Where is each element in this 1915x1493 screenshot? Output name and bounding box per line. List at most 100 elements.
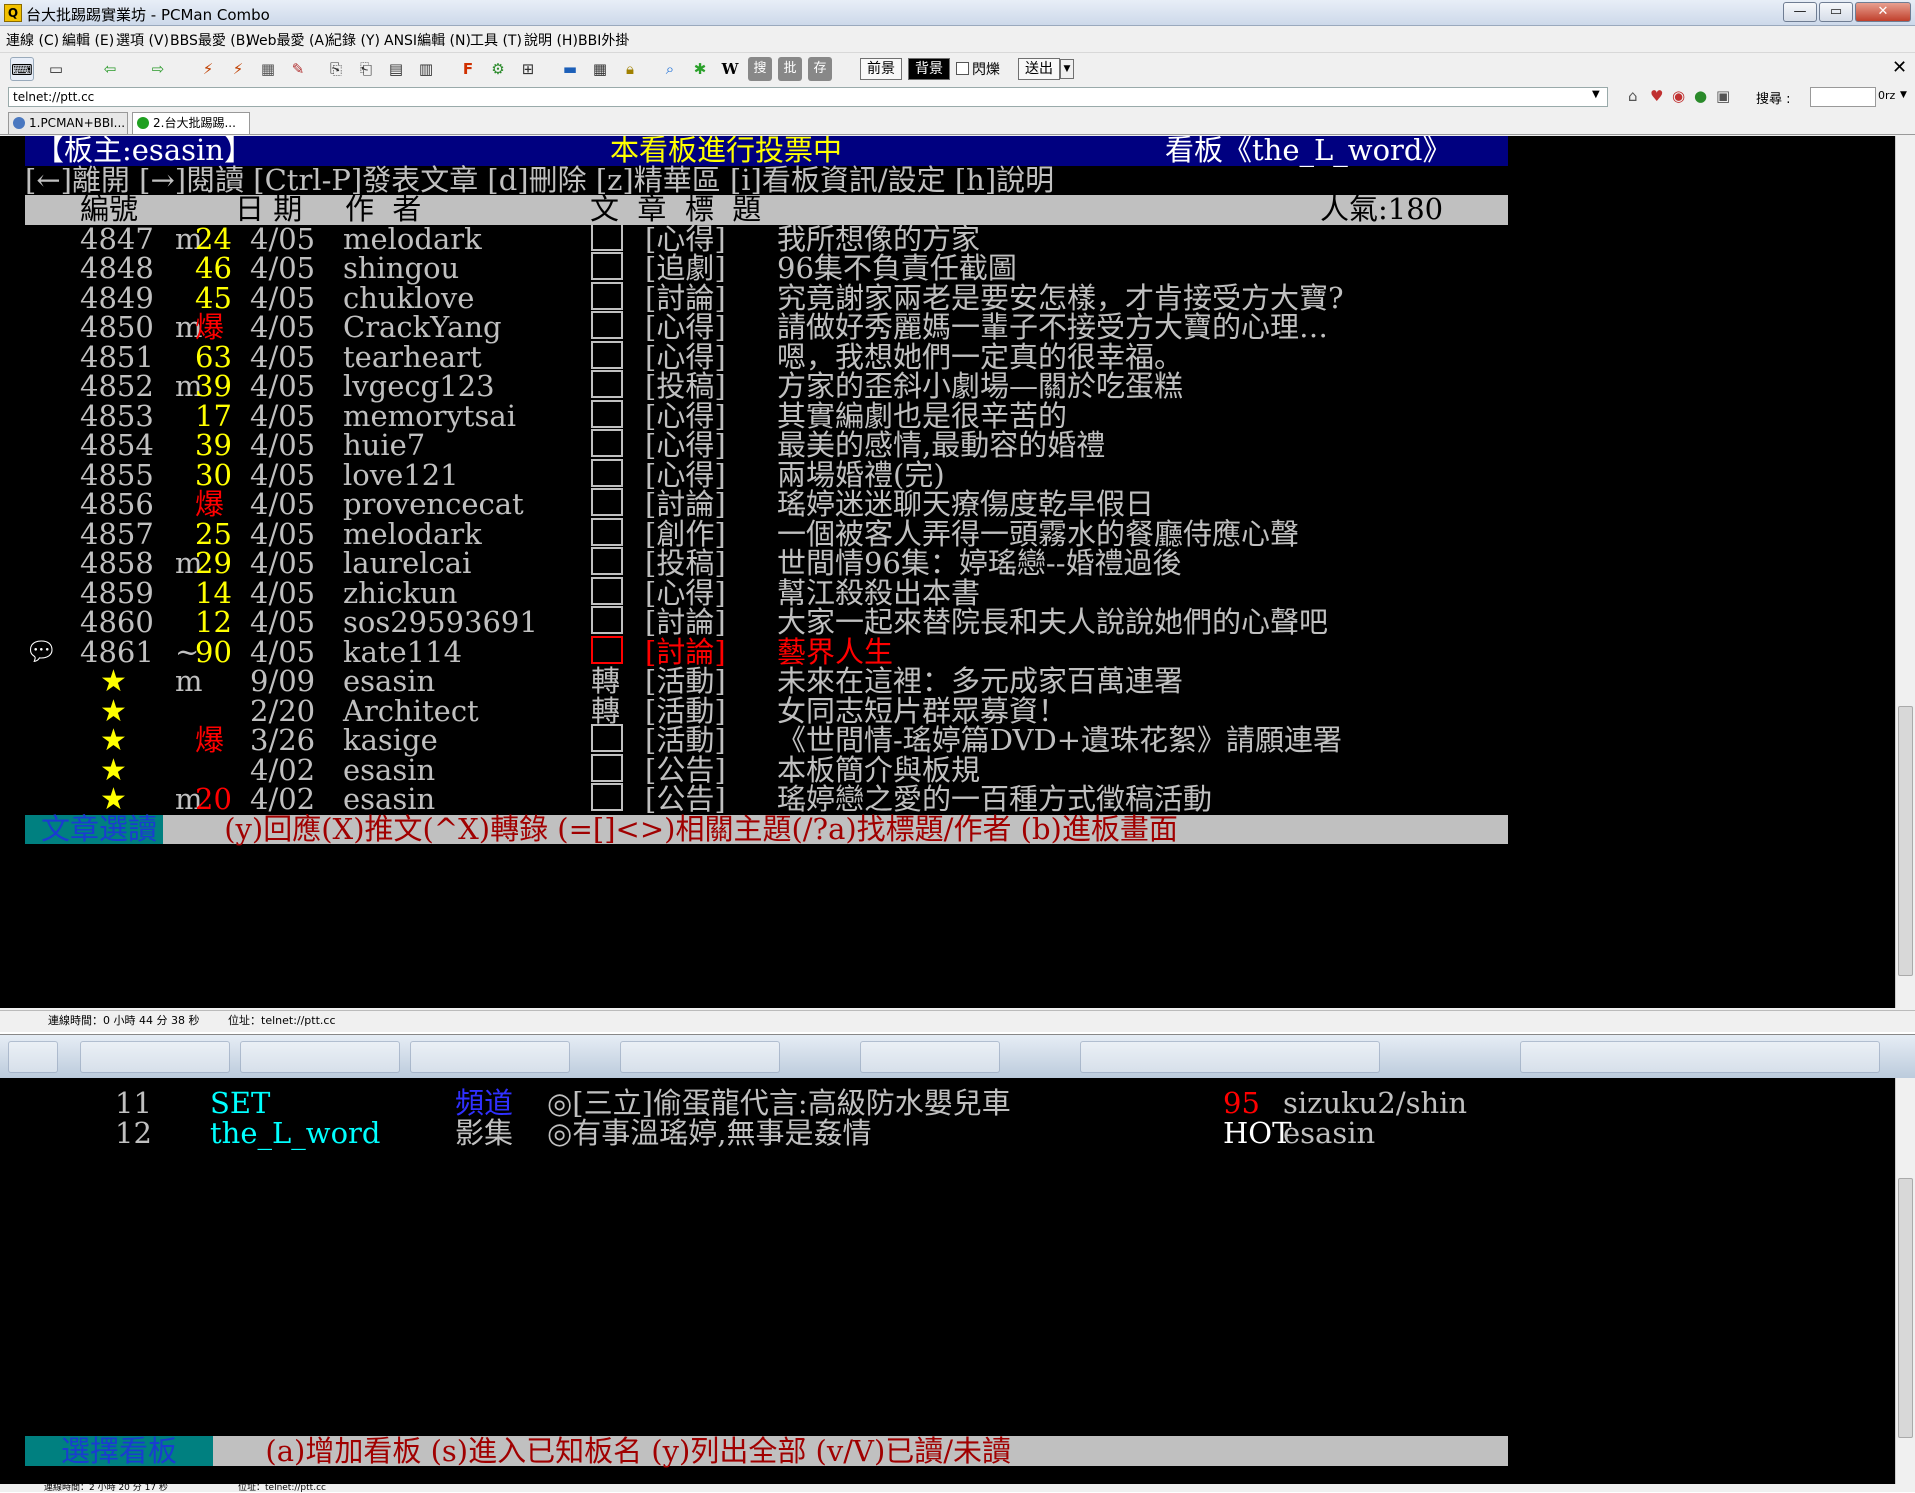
foreground-button[interactable]: 前景: [860, 58, 902, 80]
address-input[interactable]: telnet://ptt.cc: [8, 87, 1608, 107]
send-button[interactable]: 送出: [1018, 58, 1060, 80]
taskbar-item[interactable]: [240, 1041, 400, 1073]
terminal-board[interactable]: 【板主:esasin】 本看板進行投票中 看板《the_L_word》 [←]離開 […: [0, 136, 1895, 1008]
taskbar-item[interactable]: [410, 1041, 570, 1073]
post-category: [心得]: [645, 339, 726, 374]
terminal-scrollbar-2[interactable]: [1895, 1078, 1915, 1484]
menu-item[interactable]: Web最愛 (A): [246, 30, 329, 50]
post-row[interactable]: 💬︎ 4861 ~90 4/05 kate114 [討論] 藝界人生: [25, 634, 1508, 669]
minimize-button[interactable]: —: [1783, 2, 1817, 22]
close-tab-icon[interactable]: ✕: [1892, 57, 1907, 78]
blink-checkbox[interactable]: [956, 62, 969, 75]
post-score: 爆: [195, 487, 225, 521]
forward-arrow-icon[interactable]: ⇨: [146, 57, 170, 81]
post-row[interactable]: 4853 17 4/05 memorytsai [心得] 其實編劇也是很辛苦的: [25, 399, 1508, 432]
post-number: 4861: [80, 634, 154, 669]
pinned-row[interactable]: ★ m 20 4/02 esasin [公告] 瑤婷戀之愛的一百種方式徵稿活動: [25, 783, 1508, 815]
post-row[interactable]: 4858 m 29 4/05 laurelcai [投稿] 世間情96集：婷瑤戀--婚禮過後: [25, 547, 1508, 579]
search-icon[interactable]: ⌕: [658, 57, 682, 81]
taskbar-item[interactable]: [80, 1041, 230, 1073]
post-row[interactable]: 4848 46 4/05 shingou [追劇] 96集不負責任截圖: [25, 252, 1508, 284]
copy-icon[interactable]: ⎘: [324, 57, 348, 81]
post-row[interactable]: 4852 m 39 4/05 lvgecg123 [投稿] 方家的歪斜小劇場—關於吃蛋糕: [25, 370, 1508, 402]
post-row[interactable]: 4851 63 4/05 tearheart [心得] 嗯，我想她們一定真的很幸福。: [25, 339, 1508, 374]
pinned-row[interactable]: ★ 2/20 Architect 轉 [活動] 女同志短片群眾募資！: [25, 693, 1508, 728]
menu-item[interactable]: 紀錄 (Y): [328, 30, 380, 50]
address-bar: telnet://ptt.cc ▼ ⌂ ♥ ◉ ● ▣ 搜尋 : 0rz ▼: [0, 85, 1915, 109]
layout-icon[interactable]: ⊞: [516, 57, 540, 81]
taskbar-item[interactable]: [1080, 1041, 1380, 1073]
tab-2[interactable]: 2.台大批踢踢...: [132, 112, 250, 134]
post-row[interactable]: 4859 14 4/05 zhickun [心得] 幫江殺殺出本書: [25, 576, 1508, 609]
connection-address: 位址：telnet://ptt.cc: [228, 1014, 336, 1027]
post-author: sos29593691: [343, 605, 538, 639]
pinned-row[interactable]: ★ 4/02 esasin [公告] 本板簡介與板規: [25, 753, 1508, 786]
post-row[interactable]: 4854 39 4/05 huie7 [心得] 最美的感情,最動容的婚禮: [25, 429, 1508, 461]
post-row[interactable]: 4856 爆 4/05 provencecat [討論] 瑤婷迷迷聊天療傷度乾旱假日: [25, 487, 1508, 521]
post-row[interactable]: 4850 m 爆 4/05 CrackYang [心得] 請做好秀麗媽一輩子不接受方大寶的心…: [25, 311, 1508, 343]
home-icon[interactable]: ⌂: [1628, 87, 1638, 105]
terminal-boardlist[interactable]: 11 SET 頻道 ◎[三立]偷蛋龍代言:高級防水嬰兒車 95 sizuku2/shin 1…: [0, 1078, 1895, 1484]
settings-gear-icon[interactable]: ⚙: [486, 57, 510, 81]
new-connection-icon[interactable]: ▭: [44, 57, 68, 81]
search-button[interactable]: 搜: [748, 57, 772, 81]
search-input[interactable]: [1810, 87, 1876, 107]
post-row[interactable]: 4857 25 4/05 melodark [創作] 一個被客人弄得一頭霧水的餐廳侍應心…: [25, 517, 1508, 550]
terminal-scrollbar[interactable]: [1895, 136, 1915, 1008]
paste-ansi-icon[interactable]: ▥: [414, 57, 438, 81]
wiki-icon[interactable]: W: [718, 57, 742, 81]
maximize-button[interactable]: ▭: [1819, 2, 1853, 22]
scrollbar-thumb[interactable]: [1898, 706, 1913, 976]
disconnect-icon[interactable]: ⚡: [226, 57, 250, 81]
board-list-row[interactable]: 11 SET 頻道 ◎[三立]偷蛋龍代言:高級防水嬰兒車 95 sizuku2/shin: [25, 1088, 1508, 1118]
send-dropdown-icon[interactable]: ▼: [1060, 59, 1074, 79]
menu-item[interactable]: 工具 (T): [470, 30, 522, 50]
tab-1[interactable]: 1.PCMAN+BBI...: [8, 112, 128, 134]
search-engine-dropdown-icon[interactable]: ▼: [1900, 90, 1907, 100]
background-button[interactable]: 背景: [908, 58, 950, 80]
ptt-button[interactable]: 批: [778, 57, 802, 81]
globe-icon[interactable]: ●: [1694, 87, 1707, 105]
menu-item[interactable]: ANSI編輯 (N): [384, 30, 471, 50]
record-icon[interactable]: ◉: [1672, 87, 1685, 105]
menu-item[interactable]: 說明 (H): [524, 30, 578, 50]
menu-item[interactable]: 選項 (V): [116, 30, 169, 50]
post-row[interactable]: 4849 45 4/05 chuklove [討論] 究竟謝家兩老是要安怎樣，才肯接受方…: [25, 281, 1508, 314]
pin-icon[interactable]: ✎: [286, 57, 310, 81]
close-window-button[interactable]: ✕: [1855, 2, 1911, 22]
unread-box: [591, 340, 623, 369]
start-button[interactable]: [8, 1041, 58, 1073]
reconnect-icon[interactable]: ⚡: [196, 57, 220, 81]
pinned-row[interactable]: ★ 爆 3/26 kasige [活動] 《世間情-瑤婷篇DVD+遺珠花絮》請願連署: [25, 724, 1508, 756]
connect-icon[interactable]: ⌨: [10, 57, 34, 81]
taskbar-item[interactable]: [620, 1041, 780, 1073]
post-row[interactable]: 4860 12 4/05 sos29593691 [討論] 大家一起來替院長和夫人說說她…: [25, 605, 1508, 639]
post-row[interactable]: 4847 m 24 4/05 melodark [心得] 我所想像的方家: [25, 222, 1508, 255]
font-icon[interactable]: F: [456, 57, 480, 81]
window-icon[interactable]: ▣: [1716, 87, 1730, 105]
favorite-icon[interactable]: ♥: [1650, 87, 1663, 105]
taskbar-item[interactable]: [860, 1041, 1000, 1073]
copy-ansi-icon[interactable]: ▤: [384, 57, 408, 81]
menu-item[interactable]: BBI外掛: [578, 30, 629, 50]
pinned-row[interactable]: ★ m 9/09 esasin 轉 [活動] 未來在這裡：多元成家百萬連署: [25, 666, 1508, 697]
screen-icon[interactable]: ▬: [558, 57, 582, 81]
post-row[interactable]: 4855 30 4/05 love121 [心得] 兩場婚禮(完): [25, 458, 1508, 491]
ansi-editor-icon[interactable]: ▦: [256, 57, 280, 81]
paste-icon[interactable]: ⎗: [354, 57, 378, 81]
sparkle-icon[interactable]: ✱: [688, 57, 712, 81]
save-button[interactable]: 存: [808, 57, 832, 81]
scrollbar-thumb[interactable]: [1898, 1178, 1913, 1438]
menu-item[interactable]: BBS最愛 (B): [170, 30, 251, 50]
board-desc: ◎[三立]偷蛋龍代言:高級防水嬰兒車: [547, 1086, 1011, 1120]
back-arrow-icon[interactable]: ⇦: [98, 57, 122, 81]
lock-icon[interactable]: 🔒︎: [618, 57, 642, 81]
board-list-row[interactable]: 12 the_L_word 影集 ◎有事溫瑤婷,無事是姦情 HOT esasin: [25, 1118, 1508, 1148]
screenshot-icon[interactable]: ▦: [588, 57, 612, 81]
post-author: Architect: [343, 693, 479, 728]
tab-label: 2.台大批踢踢...: [153, 116, 236, 130]
search-engine-select[interactable]: 0rz: [1878, 89, 1895, 102]
menu-item[interactable]: 連線 (C): [6, 30, 59, 50]
menu-item[interactable]: 編輯 (E): [62, 30, 114, 50]
address-dropdown-icon[interactable]: ▼: [1592, 89, 1600, 100]
